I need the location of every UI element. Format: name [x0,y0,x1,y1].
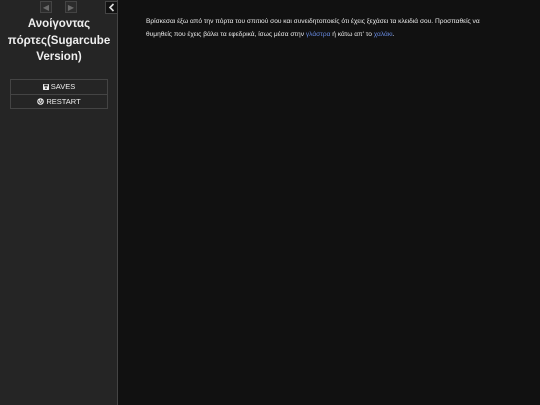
passage-text: Βρίσκεσαι έξω από την πόρτα του σπιτιού … [146,16,496,41]
story-title-line: Version) [36,51,82,63]
power-icon [37,96,45,110]
passage-text-segment: ή κάτω απ' το [330,30,374,38]
save-icon [42,81,49,95]
app-window: ◀ ▶ Ανοίγοντας πόρτες(Sugarcube Version) [0,0,540,405]
story-title-line: Ανοίγοντας [27,18,91,30]
passage-text-segment: . [392,30,395,38]
flowerpot-link[interactable]: γλάστρα [306,31,331,38]
doormat-link[interactable]: χαλάκι [374,31,393,38]
arrow-left-icon: ◀ [42,3,50,12]
story-title: Ανοίγοντας πόρτες(Sugarcube Version) [0,16,118,66]
menu-core: SAVES RESTART [10,79,108,109]
saves-button[interactable]: SAVES [11,80,107,94]
ui-bar-toggle-button[interactable] [105,1,118,14]
history-forward-button[interactable]: ▶ [65,1,77,13]
chevron-left-icon [108,3,115,12]
ui-bar: ◀ ▶ Ανοίγοντας πόρτες(Sugarcube Version) [0,0,118,405]
restart-button[interactable]: RESTART [11,94,107,108]
arrow-right-icon: ▶ [67,3,75,12]
restart-label: RESTART [46,97,81,106]
story-title-line: πόρτες(Sugarcube [7,34,111,47]
history-back-button[interactable]: ◀ [40,1,52,13]
saves-label: SAVES [50,82,76,91]
